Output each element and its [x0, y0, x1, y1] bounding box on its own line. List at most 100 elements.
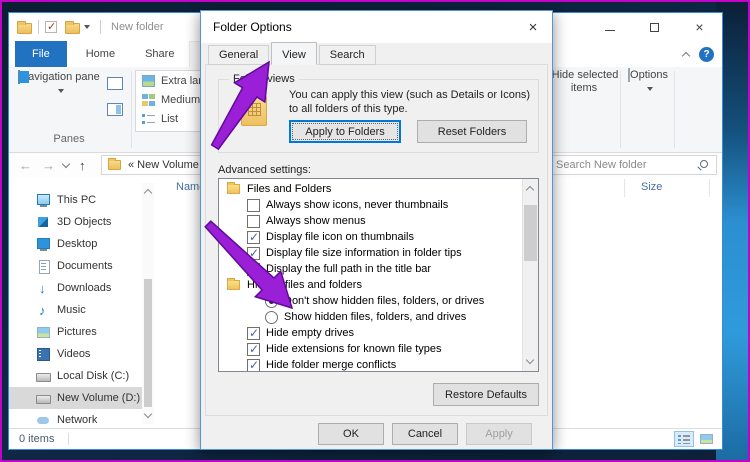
- monitor-icon: [36, 193, 51, 207]
- setting-label: Hidden files and folders: [247, 279, 362, 291]
- search-icon: [700, 160, 708, 168]
- apply-button[interactable]: Apply: [466, 423, 532, 445]
- sidebar-item-documents[interactable]: Documents: [9, 255, 142, 277]
- separator: [100, 20, 101, 34]
- sidebar-item-new-volume-d[interactable]: New Volume (D:): [9, 387, 142, 409]
- setting-label: Display the full path in the title bar: [266, 263, 432, 275]
- details-pane-icon[interactable]: [107, 103, 123, 116]
- scroll-up-icon[interactable]: [525, 185, 535, 195]
- advanced-settings-list-rows: Files and Folders Always show icons, neve…: [219, 179, 522, 371]
- group-separator: [131, 71, 132, 148]
- close-icon: ×: [528, 18, 538, 36]
- tab-share[interactable]: Share: [130, 41, 189, 67]
- checkbox[interactable]: [247, 214, 260, 228]
- checkbox[interactable]: [247, 342, 260, 356]
- checkbox[interactable]: [247, 358, 260, 371]
- checkbox[interactable]: [247, 326, 260, 340]
- folder-options-dialog: Folder Options × General View Search Fol…: [200, 10, 553, 450]
- apply-to-folders-button[interactable]: Apply to Folders: [289, 120, 401, 143]
- scrollbar-thumb[interactable]: [524, 205, 537, 261]
- up-icon[interactable]: ↑: [79, 158, 86, 173]
- scroll-up-icon[interactable]: [143, 188, 153, 198]
- folder-views-label: Folder views: [229, 73, 299, 85]
- close-icon: ×: [695, 19, 704, 35]
- help-icon[interactable]: [699, 46, 714, 62]
- sidebar-item-network[interactable]: Network: [9, 409, 142, 428]
- sidebar-item-label: Local Disk (C:): [57, 370, 130, 382]
- sidebar-scrollbar[interactable]: [142, 183, 154, 424]
- setting-display-file-size-information-in-folder-tips[interactable]: Display file size information in folder …: [219, 245, 522, 261]
- back-icon[interactable]: ←: [19, 158, 32, 173]
- drive-icon: [36, 370, 51, 383]
- folder-views-groupbox: Folder views You can apply this view (su…: [218, 73, 539, 153]
- drive-icon: [36, 392, 51, 405]
- list-view-icon: [142, 112, 155, 125]
- recent-locations-icon[interactable]: [61, 159, 71, 168]
- radio-button[interactable]: [265, 310, 278, 324]
- navigation-pane-button[interactable]: Navigation pane: [17, 70, 101, 131]
- list-scrollbar[interactable]: [522, 179, 538, 371]
- scroll-down-icon[interactable]: [143, 409, 153, 419]
- setting-label: Display file size information in folder …: [266, 247, 462, 259]
- tab-search[interactable]: Search: [318, 45, 376, 65]
- setting-always-show-menus[interactable]: Always show menus: [219, 213, 522, 229]
- details-view-button[interactable]: [674, 431, 694, 447]
- setting-label: Hide folder merge conflicts: [266, 359, 397, 371]
- tab-home[interactable]: Home: [71, 41, 130, 67]
- sidebar-item-3d-objects[interactable]: 3D Objects: [9, 211, 142, 233]
- setting-hide-folder-merge-conflicts[interactable]: Hide folder merge conflicts: [219, 357, 522, 371]
- quick-access-dropdown-icon[interactable]: [84, 25, 90, 29]
- sidebar-item-downloads[interactable]: Downloads: [9, 277, 142, 299]
- music-icon: [36, 304, 51, 317]
- checkbox[interactable]: [247, 230, 260, 244]
- tab-file[interactable]: File: [15, 41, 67, 67]
- close-button[interactable]: ×: [677, 13, 722, 41]
- forward-icon[interactable]: →: [42, 158, 55, 173]
- tab-general[interactable]: General: [208, 45, 270, 65]
- search-input[interactable]: Search New folder: [549, 155, 717, 175]
- ok-button[interactable]: OK: [318, 423, 384, 445]
- minimize-button[interactable]: [587, 13, 632, 41]
- dialog-close-button[interactable]: ×: [522, 16, 544, 38]
- setting-label: Hide extensions for known file types: [266, 343, 442, 355]
- collapse-ribbon-icon[interactable]: [681, 51, 691, 60]
- scroll-down-icon[interactable]: [525, 355, 535, 365]
- checkbox[interactable]: [247, 246, 260, 260]
- preview-pane-icon[interactable]: [107, 77, 123, 90]
- setting-display-the-full-path-in-the-title-bar[interactable]: Display the full path in the title bar: [219, 261, 522, 277]
- hide-selected-items-button[interactable]: Hide selected items: [548, 68, 620, 149]
- maximize-button[interactable]: [632, 13, 677, 41]
- dialog-title: Folder Options: [213, 20, 292, 34]
- setting-label: Don't show hidden files, folders, or dri…: [284, 295, 485, 307]
- scrollbar-thumb[interactable]: [144, 279, 152, 407]
- checkbox[interactable]: [247, 198, 260, 212]
- checkbox[interactable]: [247, 262, 260, 276]
- thumbnails-view-button[interactable]: [696, 431, 716, 447]
- sidebar-item-desktop[interactable]: Desktop: [9, 233, 142, 255]
- thumbnails-view-icon: [699, 434, 713, 444]
- setting-show-hidden-files-folders-and-drives[interactable]: Show hidden files, folders, and drives: [219, 309, 522, 325]
- sidebar-item-local-disk-c[interactable]: Local Disk (C:): [9, 365, 142, 387]
- quick-access-new-folder-icon[interactable]: [65, 20, 80, 34]
- cancel-button[interactable]: Cancel: [392, 423, 458, 445]
- sidebar-item-pictures[interactable]: Pictures: [9, 321, 142, 343]
- restore-defaults-button[interactable]: Restore Defaults: [433, 383, 539, 406]
- setting-always-show-icons-never-thumbnails[interactable]: Always show icons, never thumbnails: [219, 197, 522, 213]
- cube-icon: [36, 216, 51, 229]
- reset-folders-button[interactable]: Reset Folders: [417, 120, 527, 143]
- setting-hide-empty-drives[interactable]: Hide empty drives: [219, 325, 522, 341]
- quick-access-properties-icon[interactable]: [45, 20, 57, 33]
- column-header-size[interactable]: Size: [641, 181, 662, 193]
- hide-selected-items-label: Hide selected items: [551, 69, 619, 94]
- setting-display-file-icon-on-thumbnails[interactable]: Display file icon on thumbnails: [219, 229, 522, 245]
- setting-hide-extensions-for-known-file-types[interactable]: Hide extensions for known file types: [219, 341, 522, 357]
- address-folder-icon: [108, 158, 121, 170]
- tab-view-settings[interactable]: View: [271, 42, 317, 65]
- sidebar-item-music[interactable]: Music: [9, 299, 142, 321]
- sidebar-item-this-pc[interactable]: This PC: [9, 189, 142, 211]
- sidebar-item-videos[interactable]: Videos: [9, 343, 142, 365]
- folder-views-description: You can apply this view (such as Details…: [289, 89, 531, 115]
- radio-button[interactable]: [265, 294, 278, 308]
- options-button[interactable]: Options: [622, 68, 674, 149]
- setting-don-t-show-hidden-files-folders-or-drives[interactable]: Don't show hidden files, folders, or dri…: [219, 293, 522, 309]
